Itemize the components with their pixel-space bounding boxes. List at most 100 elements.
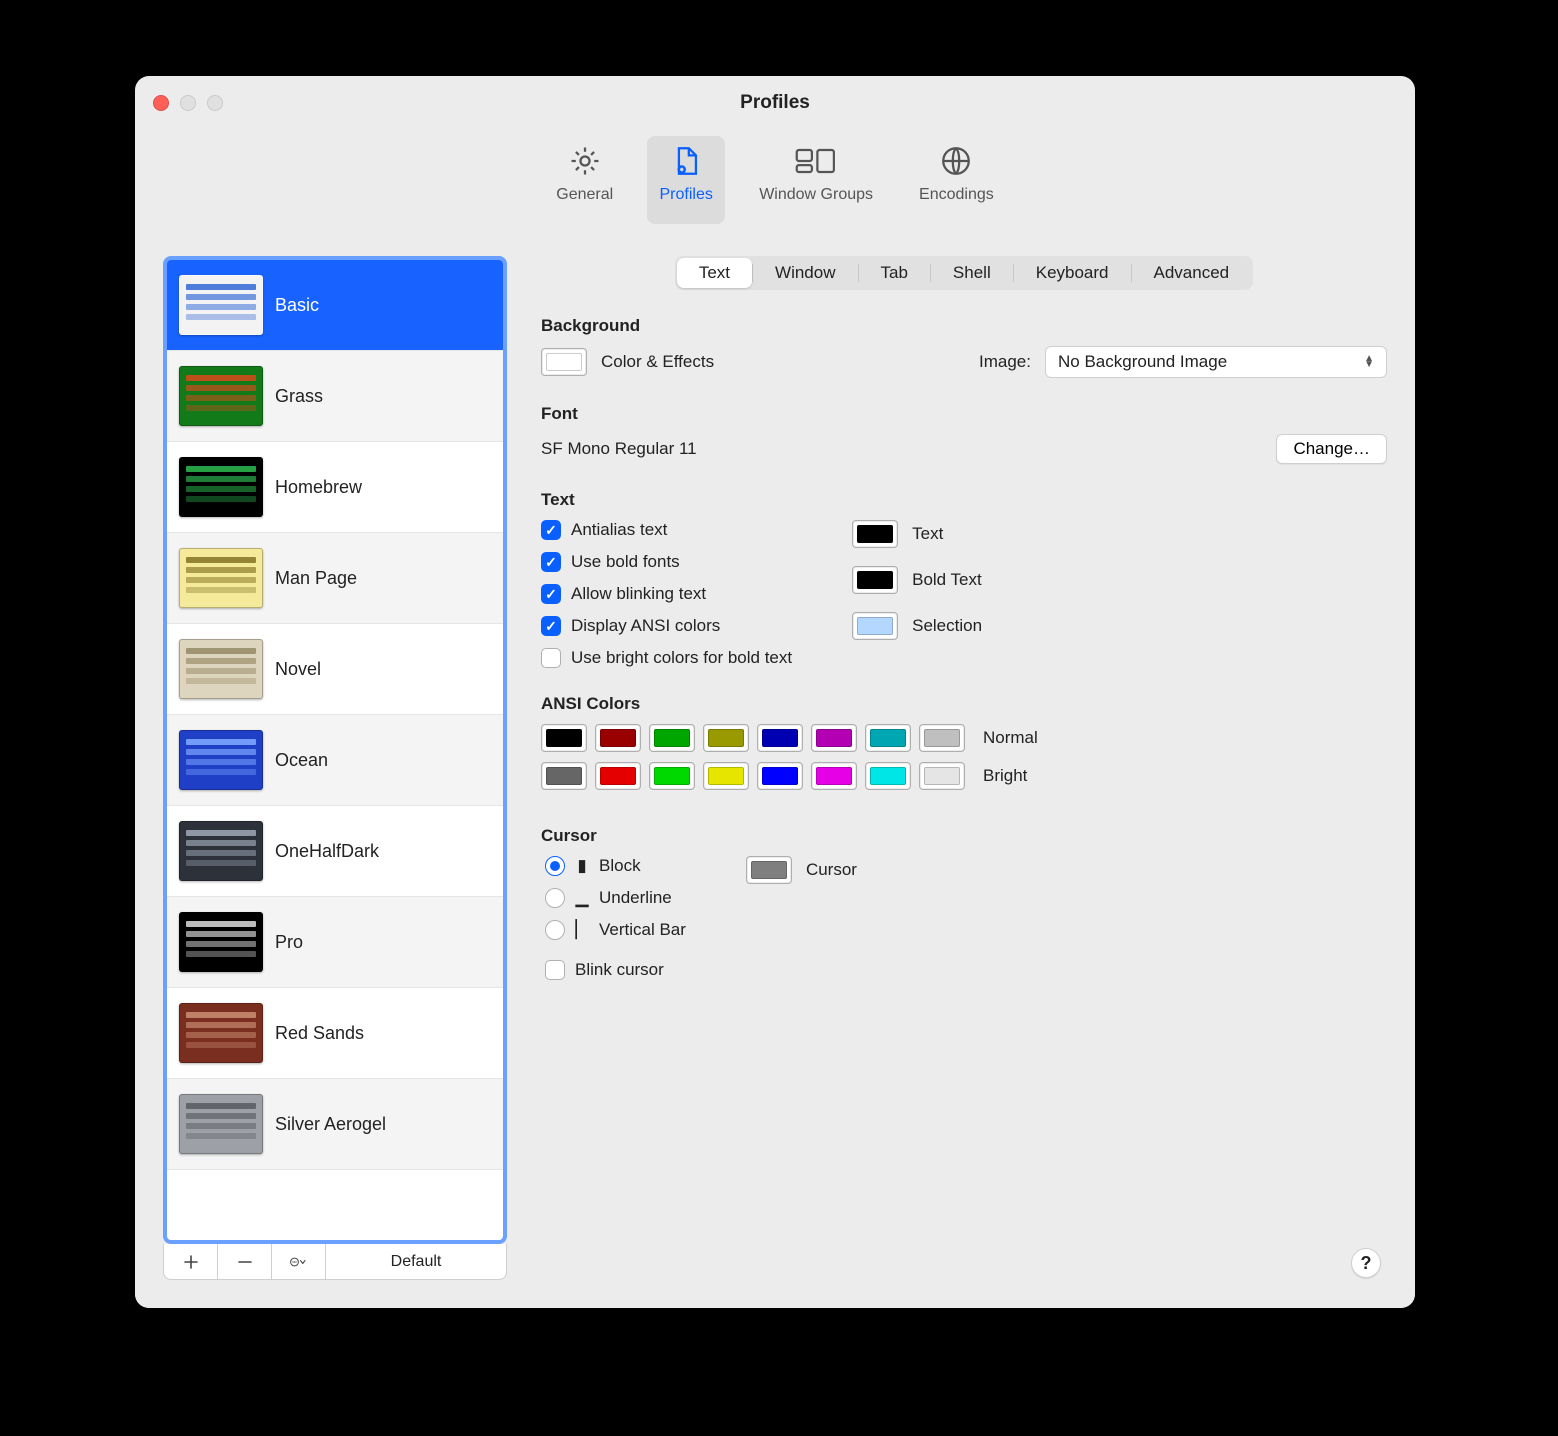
radio-block[interactable]: ▮Block (545, 856, 686, 876)
ansi-color-well[interactable] (703, 724, 749, 752)
underline-cursor-icon: ▁ (575, 888, 589, 908)
ansi-row-label: Normal (983, 728, 1038, 748)
radio-icon (545, 920, 565, 940)
checkbox-label: Use bright colors for bold text (571, 648, 792, 668)
checkbox-icon (541, 584, 561, 604)
profile-name: OneHalfDark (275, 841, 379, 862)
profile-row-ocean[interactable]: Ocean (167, 715, 503, 806)
checkbox-blinking[interactable]: Allow blinking text (541, 584, 792, 604)
cursor-color-well[interactable] (746, 856, 792, 884)
profile-thumb (179, 548, 263, 608)
profile-thumb (179, 275, 263, 335)
ansi-color-well[interactable] (649, 724, 695, 752)
profile-editor: TextWindowTabShellKeyboardAdvanced Backg… (541, 256, 1387, 1280)
ansi-color-well[interactable] (595, 762, 641, 790)
toolbar-label: Encodings (919, 186, 994, 204)
profile-row-basic[interactable]: Basic (167, 260, 503, 351)
checkbox-label: Allow blinking text (571, 584, 706, 604)
background-color-well[interactable] (541, 348, 587, 376)
profile-list[interactable]: Basic Grass Homebrew Man Page Novel (163, 256, 507, 1244)
checkbox-icon (541, 616, 561, 636)
profile-row-silver-aerogel[interactable]: Silver Aerogel (167, 1079, 503, 1170)
profile-row-red-sands[interactable]: Red Sands (167, 988, 503, 1079)
titlebar: Profiles (135, 76, 1415, 130)
profile-row-pro[interactable]: Pro (167, 897, 503, 988)
profile-row-homebrew[interactable]: Homebrew (167, 442, 503, 533)
profile-thumb (179, 730, 263, 790)
subtab-window[interactable]: Window (753, 258, 857, 288)
text-color-well[interactable] (852, 520, 898, 548)
checkbox-blink-cursor[interactable]: Blink cursor (545, 960, 686, 980)
ansi-color-well[interactable] (649, 762, 695, 790)
toolbar-label: General (556, 186, 613, 204)
profile-row-onehalfdark[interactable]: OneHalfDark (167, 806, 503, 897)
ansi-bright-row: Bright (541, 762, 1387, 790)
toolbar: General Profiles Window Groups Encodings (135, 130, 1415, 224)
text-color-label: Text (912, 524, 943, 544)
profile-thumb (179, 912, 263, 972)
ansi-color-well[interactable] (757, 724, 803, 752)
profile-name: Man Page (275, 568, 357, 589)
checkbox-label: Use bold fonts (571, 552, 680, 572)
ansi-row-label: Bright (983, 766, 1027, 786)
toolbar-encodings[interactable]: Encodings (907, 136, 1006, 224)
remove-profile-button[interactable] (218, 1244, 272, 1279)
section-title-cursor: Cursor (541, 826, 1387, 846)
toolbar-profiles[interactable]: Profiles (647, 136, 725, 224)
ansi-color-well[interactable] (919, 762, 965, 790)
profile-row-man-page[interactable]: Man Page (167, 533, 503, 624)
profile-name: Red Sands (275, 1023, 364, 1044)
profile-row-novel[interactable]: Novel (167, 624, 503, 715)
section-title-ansi: ANSI Colors (541, 694, 1387, 714)
add-profile-button[interactable] (164, 1244, 218, 1279)
profile-name: Grass (275, 386, 323, 407)
profile-thumb (179, 457, 263, 517)
ansi-color-well[interactable] (865, 762, 911, 790)
subtab-tab[interactable]: Tab (859, 258, 930, 288)
profile-name: Basic (275, 295, 319, 316)
checkbox-icon (541, 520, 561, 540)
ansi-color-well[interactable] (757, 762, 803, 790)
subtab-advanced[interactable]: Advanced (1132, 258, 1252, 288)
set-default-button[interactable]: Default (326, 1244, 506, 1279)
profile-thumb (179, 1094, 263, 1154)
toolbar-icon (939, 142, 973, 180)
profile-name: Ocean (275, 750, 328, 771)
profile-actions-menu[interactable] (272, 1244, 326, 1279)
ansi-color-well[interactable] (703, 762, 749, 790)
toolbar-label: Window Groups (759, 186, 873, 204)
ansi-color-well[interactable] (595, 724, 641, 752)
sidebar: Basic Grass Homebrew Man Page Novel (163, 256, 507, 1280)
radio-underline[interactable]: ▁Underline (545, 888, 686, 908)
toolbar-window-groups[interactable]: Window Groups (747, 136, 885, 224)
ansi-color-well[interactable] (541, 762, 587, 790)
subtab-shell[interactable]: Shell (931, 258, 1013, 288)
checkbox-antialias[interactable]: Antialias text (541, 520, 792, 540)
profile-row-grass[interactable]: Grass (167, 351, 503, 442)
ansi-color-well[interactable] (811, 724, 857, 752)
checkbox-bold-fonts[interactable]: Use bold fonts (541, 552, 792, 572)
ansi-normal-row: Normal (541, 724, 1387, 752)
updown-icon: ▲▼ (1364, 356, 1374, 368)
section-title-text: Text (541, 490, 1387, 510)
ansi-color-well[interactable] (919, 724, 965, 752)
window-title: Profiles (135, 92, 1415, 114)
radio-vertical[interactable]: ▏Vertical Bar (545, 920, 686, 940)
ansi-color-well[interactable] (811, 762, 857, 790)
checkbox-icon (541, 552, 561, 572)
checkbox-bright-bold[interactable]: Use bright colors for bold text (541, 648, 792, 668)
selection-color-well[interactable] (852, 612, 898, 640)
subtab-text[interactable]: Text (677, 258, 752, 288)
ansi-color-well[interactable] (541, 724, 587, 752)
change-font-button[interactable]: Change… (1276, 434, 1387, 464)
background-image-dropdown[interactable]: No Background Image ▲▼ (1045, 346, 1387, 378)
subtab-keyboard[interactable]: Keyboard (1014, 258, 1131, 288)
profile-name: Homebrew (275, 477, 362, 498)
checkbox-ansi[interactable]: Display ANSI colors (541, 616, 792, 636)
bold-color-well[interactable] (852, 566, 898, 594)
checkbox-icon (545, 960, 565, 980)
help-button[interactable]: ? (1351, 1248, 1381, 1278)
section-title-font: Font (541, 404, 1387, 424)
toolbar-general[interactable]: General (544, 136, 625, 224)
ansi-color-well[interactable] (865, 724, 911, 752)
